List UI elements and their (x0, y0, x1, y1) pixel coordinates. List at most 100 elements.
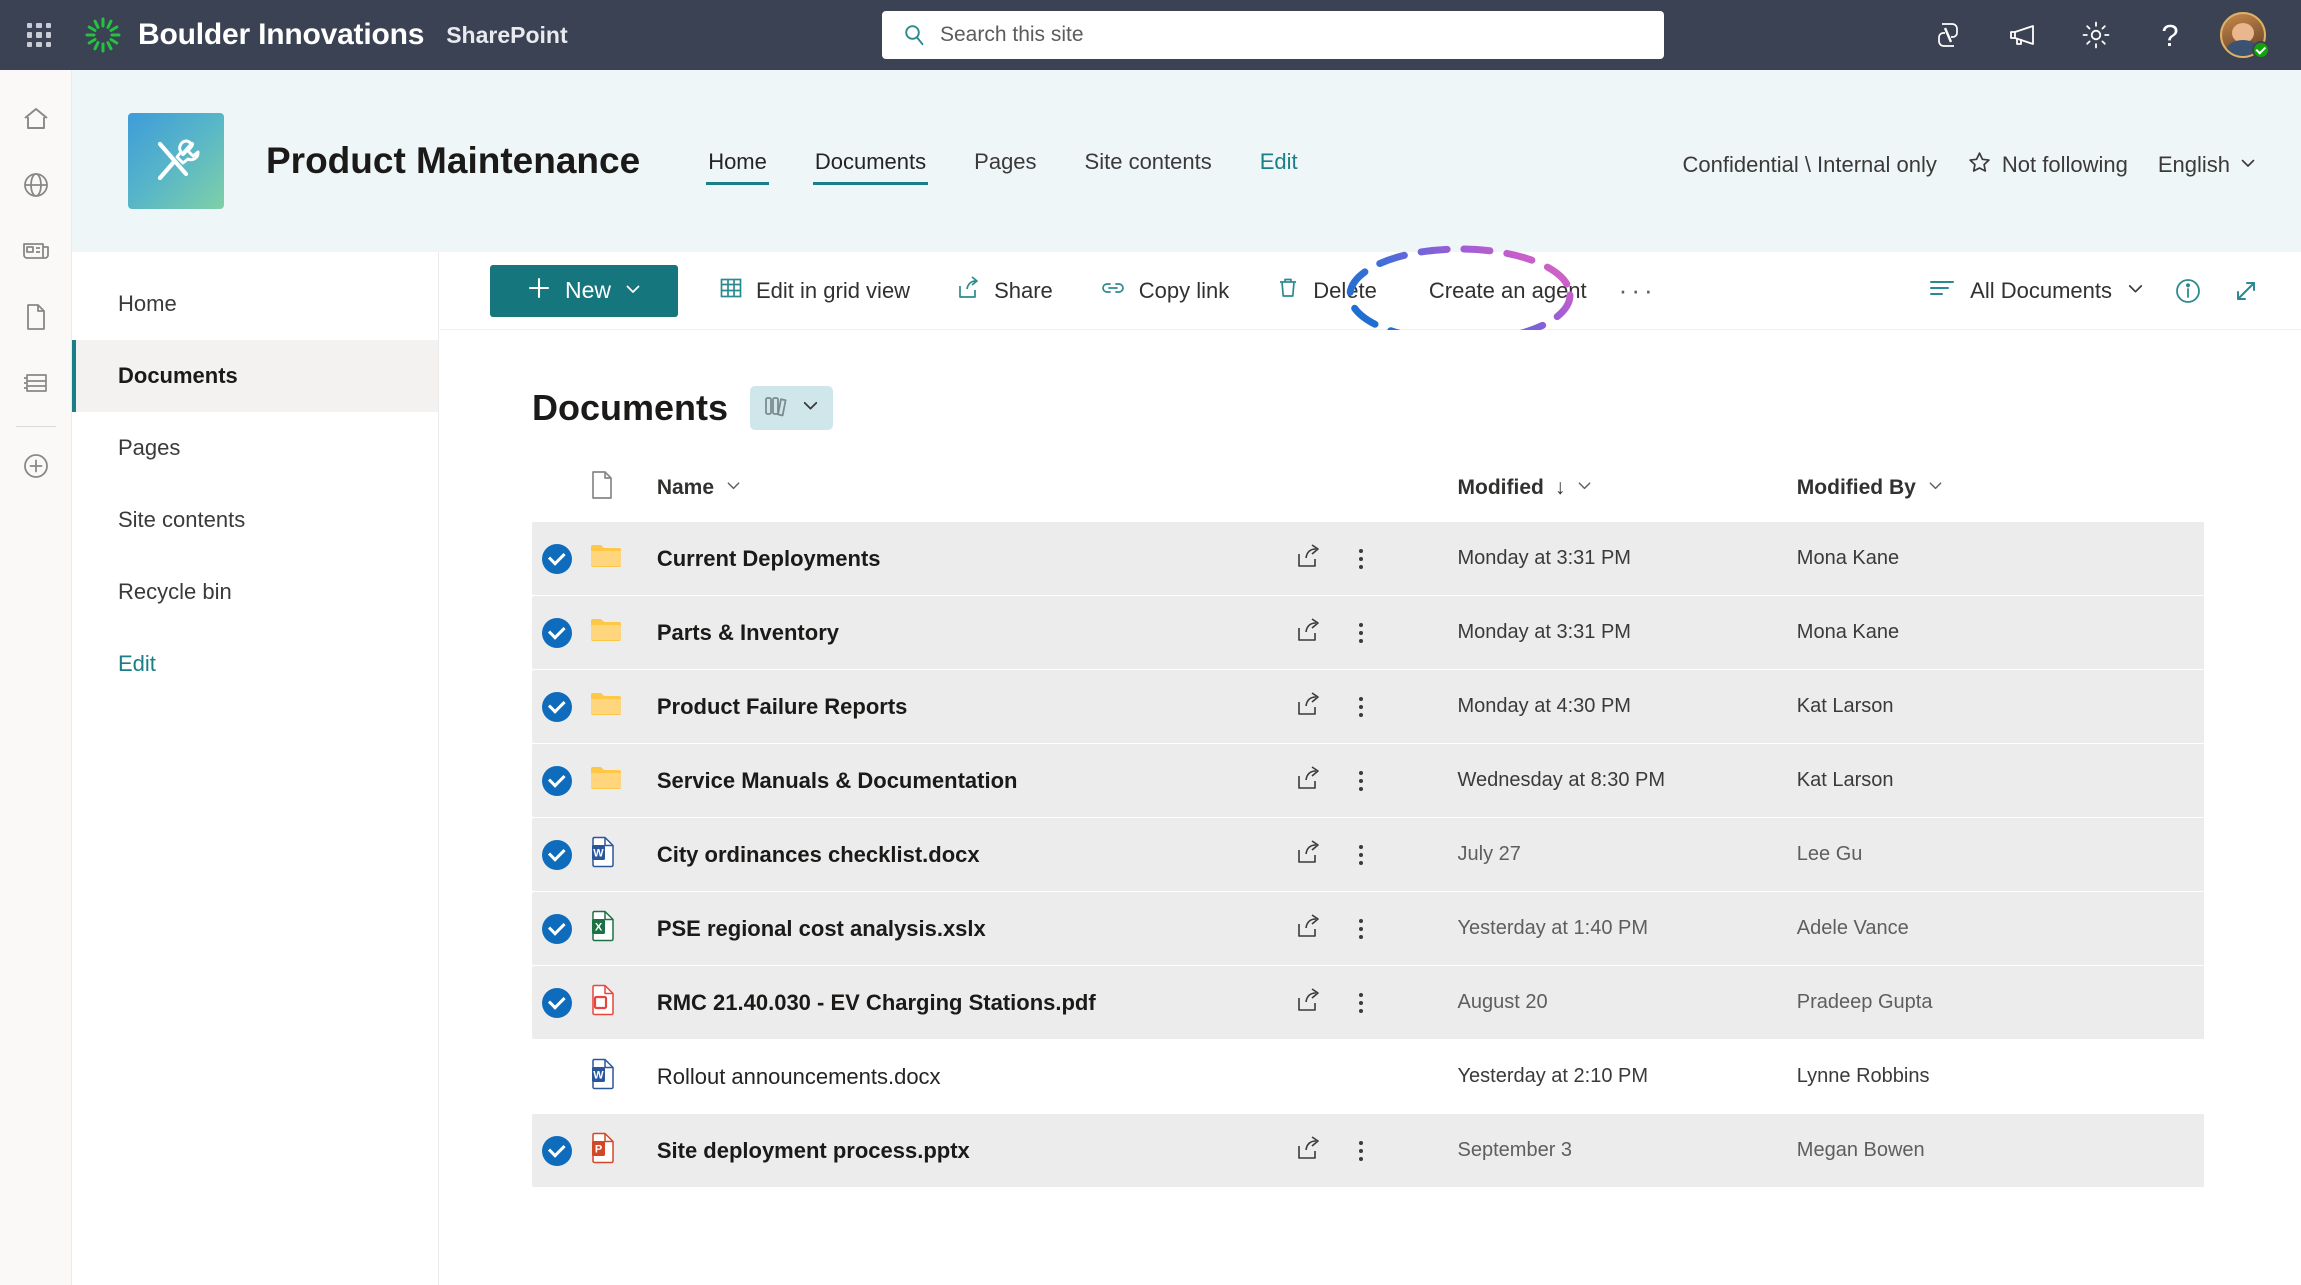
table-row[interactable]: RMC 21.40.030 - EV Charging Stations.pdf… (532, 966, 2204, 1039)
copilot-icon[interactable] (1911, 0, 1985, 70)
row-checkbox-cell[interactable] (532, 892, 589, 965)
file-name-cell[interactable]: City ordinances checklist.docx (656, 818, 1295, 891)
table-row[interactable]: Current Deployments Monday at 3:31 PM Mona… (532, 522, 2204, 595)
row-checkbox-checked[interactable] (542, 987, 572, 1018)
modified-by-header[interactable]: Modified By (1797, 470, 2204, 522)
row-checkbox-cell[interactable] (532, 966, 589, 1039)
file-name-label[interactable]: Parts & Inventory (657, 620, 839, 645)
row-more-actions-icon[interactable] (1349, 1135, 1373, 1167)
rail-lists-icon[interactable] (8, 350, 64, 416)
file-name-label[interactable]: Rollout announcements.docx (657, 1064, 941, 1089)
row-checkbox-checked[interactable] (542, 543, 572, 574)
row-checkbox-checked[interactable] (542, 913, 572, 944)
row-more-actions-icon[interactable] (1349, 987, 1373, 1019)
file-name-cell[interactable]: RMC 21.40.030 - EV Charging Stations.pdf (656, 966, 1295, 1039)
row-share-icon[interactable] (1295, 839, 1323, 871)
nav-item-edit[interactable]: Edit (1258, 141, 1300, 189)
file-name-label[interactable]: RMC 21.40.030 - EV Charging Stations.pdf (657, 990, 1096, 1015)
row-checkbox-checked[interactable] (542, 617, 572, 648)
table-row[interactable]: Product Failure Reports Monday at 4:30 PM… (532, 670, 2204, 743)
nav-item-home[interactable]: Home (706, 141, 769, 189)
file-name-label[interactable]: Site deployment process.pptx (657, 1138, 970, 1163)
nav-item-site-contents[interactable]: Site contents (1083, 141, 1214, 189)
table-row[interactable]: P Site deployment process.pptx September 3… (532, 1114, 2204, 1187)
row-share-icon[interactable] (1295, 543, 1323, 575)
row-more-actions-icon[interactable] (1349, 617, 1373, 649)
view-selector[interactable]: All Documents (1914, 269, 2159, 313)
nav-item-pages[interactable]: Pages (972, 141, 1038, 189)
row-more-actions-icon[interactable] (1349, 765, 1373, 797)
row-share-icon[interactable] (1295, 617, 1323, 649)
row-more-actions-icon[interactable] (1349, 839, 1373, 871)
megaphone-icon[interactable] (1985, 0, 2059, 70)
language-selector[interactable]: English (2158, 152, 2257, 178)
rail-news-icon[interactable] (8, 218, 64, 284)
sidebar-item-home[interactable]: Home (72, 268, 438, 340)
info-icon[interactable] (2159, 262, 2217, 320)
file-name-cell[interactable]: Product Failure Reports (656, 670, 1295, 743)
row-checkbox-checked[interactable] (542, 765, 572, 796)
file-name-label[interactable]: PSE regional cost analysis.xslx (657, 916, 986, 941)
create-an-agent-button[interactable]: Create an agent (1423, 270, 1593, 312)
sidebar-item-edit[interactable]: Edit (72, 628, 438, 700)
table-row[interactable]: W City ordinances checklist.docx July 27 Le… (532, 818, 2204, 891)
modified-header[interactable]: Modified ↓ (1458, 470, 1797, 522)
edit-in-grid-view-button[interactable]: Edit in grid view (712, 267, 916, 315)
row-checkbox-cell[interactable] (532, 744, 589, 817)
rail-globe-icon[interactable] (8, 152, 64, 218)
file-name-cell[interactable]: Site deployment process.pptx (656, 1114, 1295, 1187)
delete-button[interactable]: Delete (1269, 267, 1383, 315)
row-share-icon[interactable] (1295, 1135, 1323, 1167)
avatar[interactable] (2207, 0, 2279, 70)
table-row[interactable]: X PSE regional cost analysis.xslx Yesterda… (532, 892, 2204, 965)
select-all-header[interactable] (532, 470, 589, 522)
row-checkbox-cell[interactable] (532, 596, 589, 669)
expand-icon[interactable] (2217, 262, 2275, 320)
sidebar-item-documents[interactable]: Documents (72, 340, 438, 412)
file-name-label[interactable]: Product Failure Reports (657, 694, 908, 719)
help-icon[interactable]: ? (2133, 0, 2207, 70)
row-checkbox-cell[interactable] (532, 818, 589, 891)
file-name-cell[interactable]: Parts & Inventory (656, 596, 1295, 669)
row-checkbox-checked[interactable] (542, 839, 572, 870)
row-share-icon[interactable] (1295, 765, 1323, 797)
sidebar-item-site-contents[interactable]: Site contents (72, 484, 438, 556)
row-more-actions-icon[interactable] (1349, 913, 1373, 945)
file-name-cell[interactable]: Service Manuals & Documentation (656, 744, 1295, 817)
row-checkbox-cell[interactable] (532, 1040, 589, 1113)
file-name-label[interactable]: Current Deployments (657, 546, 881, 571)
table-row[interactable]: Service Manuals & Documentation Wednesday… (532, 744, 2204, 817)
row-share-icon[interactable] (1295, 691, 1323, 723)
row-checkbox-checked[interactable] (542, 1135, 572, 1166)
row-share-icon[interactable] (1295, 913, 1323, 945)
rail-home-icon[interactable] (8, 86, 64, 152)
row-checkbox-cell[interactable] (532, 522, 589, 595)
app-launcher-icon[interactable] (22, 18, 56, 52)
file-name-cell[interactable]: PSE regional cost analysis.xslx (656, 892, 1295, 965)
table-row[interactable]: Parts & Inventory Monday at 3:31 PM Mona K… (532, 596, 2204, 669)
share-button[interactable]: Share (950, 267, 1059, 315)
copy-link-button[interactable]: Copy link (1093, 267, 1235, 315)
rail-create-icon[interactable] (8, 433, 64, 499)
file-name-label[interactable]: Service Manuals & Documentation (657, 768, 1018, 793)
gear-icon[interactable] (2059, 0, 2133, 70)
row-more-actions-icon[interactable] (1349, 691, 1373, 723)
library-switcher[interactable] (750, 386, 834, 430)
sidebar-item-recycle-bin[interactable]: Recycle bin (72, 556, 438, 628)
name-header[interactable]: Name (657, 470, 1295, 522)
row-checkbox-cell[interactable] (532, 1114, 589, 1187)
nav-item-documents[interactable]: Documents (812, 141, 929, 189)
new-button[interactable]: New (490, 264, 678, 317)
sidebar-item-pages[interactable]: Pages (72, 412, 438, 484)
search-input[interactable] (940, 23, 1664, 47)
search-box[interactable] (882, 11, 1664, 59)
row-share-icon[interactable] (1295, 987, 1323, 1019)
row-checkbox-cell[interactable] (532, 670, 589, 743)
file-name-cell[interactable]: Current Deployments (656, 522, 1295, 595)
row-checkbox-checked[interactable] (542, 691, 572, 722)
table-row[interactable]: W Rollout announcements.docx Yesterday at … (532, 1040, 2204, 1113)
rail-page-icon[interactable] (8, 284, 64, 350)
follow-button[interactable]: Not following (1967, 150, 2128, 181)
file-type-header[interactable] (589, 470, 657, 522)
more-commands-button[interactable]: ··· (1619, 277, 1657, 303)
